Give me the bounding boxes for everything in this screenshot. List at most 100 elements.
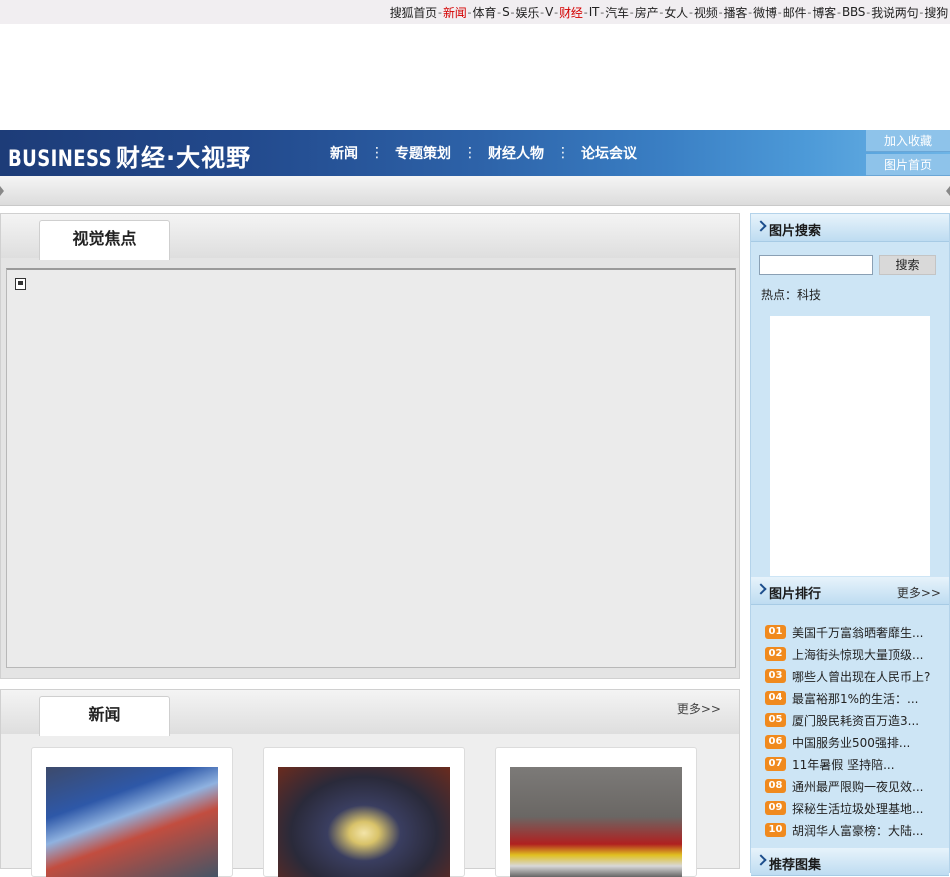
chevron-right-icon bbox=[755, 220, 767, 232]
search-ad-area bbox=[770, 316, 930, 576]
brand-en: BUSINESS bbox=[8, 147, 112, 172]
topbar-link[interactable]: V bbox=[545, 5, 553, 19]
tab-visual-focus[interactable]: 视觉焦点 bbox=[39, 220, 170, 260]
topbar-separator: - bbox=[807, 5, 812, 19]
hot-topic-link[interactable]: 热点：科技 bbox=[761, 286, 821, 303]
ranking-title[interactable]: 厦门股民耗资百万造3... bbox=[792, 712, 919, 729]
ranking-item[interactable]: 10 胡润华人富豪榜：大陆... bbox=[765, 819, 945, 841]
topbar-separator: - bbox=[540, 5, 545, 19]
topbar-link[interactable]: 搜狐首页 bbox=[390, 4, 437, 21]
ranking-item[interactable]: 05 厦门股民耗资百万造3... bbox=[765, 709, 945, 731]
rank-badge: 07 bbox=[765, 757, 786, 771]
rank-badge: 05 bbox=[765, 713, 786, 727]
ranking-item[interactable]: 07 11年暑假 坚持陪... bbox=[765, 753, 945, 775]
ranking-item[interactable]: 03 哪些人曾出现在人民币上? bbox=[765, 665, 945, 687]
search-button[interactable]: 搜索 bbox=[879, 255, 936, 275]
topbar-link[interactable]: 汽车 bbox=[605, 4, 629, 21]
nav-separator: ⋮ bbox=[370, 145, 384, 161]
topbar-link[interactable]: IT bbox=[589, 5, 600, 19]
news-photo[interactable] bbox=[278, 767, 450, 877]
topbar-link[interactable]: S bbox=[502, 5, 510, 19]
tab-news[interactable]: 新闻 bbox=[39, 696, 170, 736]
brand-cn: 财经·大视野 bbox=[116, 144, 252, 172]
topbar-link[interactable]: BBS bbox=[842, 5, 865, 19]
news-more-link[interactable]: 更多>> bbox=[677, 700, 721, 717]
ranking-title[interactable]: 最富裕那1%的生活：... bbox=[792, 690, 918, 707]
topbar-link[interactable]: 邮件 bbox=[783, 4, 807, 21]
topbar-separator: - bbox=[866, 5, 871, 19]
ranking-item[interactable]: 04 最富裕那1%的生活：... bbox=[765, 687, 945, 709]
ranking-title[interactable]: 哪些人曾出现在人民币上? bbox=[792, 668, 930, 685]
photo-search-input[interactable] bbox=[759, 255, 873, 275]
ranking-title[interactable]: 通州最严限购一夜见效... bbox=[792, 778, 923, 795]
news-card[interactable] bbox=[495, 747, 697, 877]
channel-banner: BUSINESS 财经·大视野 新闻 ⋮ 专题策划 ⋮ 财经人物 ⋮ 论坛会议 … bbox=[0, 130, 950, 176]
topbar-link[interactable]: 体育 bbox=[473, 4, 497, 21]
rank-badge: 08 bbox=[765, 779, 786, 793]
topbar-link[interactable]: 财经 bbox=[559, 4, 583, 21]
topbar-link[interactable]: 女人 bbox=[664, 4, 688, 21]
ranking-title[interactable]: 11年暑假 坚持陪... bbox=[792, 756, 895, 773]
topbar-separator: - bbox=[836, 5, 841, 19]
ranking-title[interactable]: 美国千万富翁晒奢靡生... bbox=[792, 624, 923, 641]
topbar-link[interactable]: 视频 bbox=[694, 4, 718, 21]
ranking-item[interactable]: 01 美国千万富翁晒奢靡生... bbox=[765, 621, 945, 643]
ranking-title[interactable]: 中国服务业500强排... bbox=[792, 734, 910, 751]
topbar-link[interactable]: 新闻 bbox=[443, 4, 467, 21]
topbar-link[interactable]: 微博 bbox=[753, 4, 777, 21]
topbar-link[interactable]: 播客 bbox=[724, 4, 748, 21]
photo-ranking-header: 图片排行 更多>> bbox=[751, 577, 949, 605]
topbar-separator: - bbox=[777, 5, 782, 19]
visual-focus-panel: 视觉焦点 bbox=[0, 213, 740, 679]
bookmark-button[interactable]: 加入收藏 bbox=[866, 130, 950, 152]
rank-badge: 03 bbox=[765, 669, 786, 683]
topbar-link[interactable]: 博客 bbox=[812, 4, 836, 21]
ranking-title[interactable]: 上海街头惊现大量顶级... bbox=[792, 646, 923, 663]
topbar-separator: - bbox=[497, 5, 502, 19]
news-panel: 新闻 更多>> bbox=[0, 689, 740, 877]
rank-badge: 06 bbox=[765, 735, 786, 749]
topbar-link[interactable]: 娱乐 bbox=[516, 4, 540, 21]
nav-news[interactable]: 新闻 bbox=[330, 143, 358, 163]
nav-people[interactable]: 财经人物 bbox=[488, 143, 544, 163]
scroll-right-icon[interactable] bbox=[946, 186, 950, 196]
ranking-item[interactable]: 09 探秘生活垃圾处理基地... bbox=[765, 797, 945, 819]
photo-ranking-title: 图片排行 bbox=[769, 587, 822, 602]
scroll-left-icon[interactable] bbox=[0, 186, 4, 196]
topbar-separator: - bbox=[748, 5, 753, 19]
ranking-item[interactable]: 02 上海街头惊现大量顶级... bbox=[765, 643, 945, 665]
topbar-separator: - bbox=[600, 5, 605, 19]
topbar-link[interactable]: 房产 bbox=[635, 4, 659, 21]
ranking-item[interactable]: 06 中国服务业500强排... bbox=[765, 731, 945, 753]
news-photo[interactable] bbox=[46, 767, 218, 877]
news-photo[interactable] bbox=[510, 767, 682, 877]
photo-home-button[interactable]: 图片首页 bbox=[866, 154, 950, 176]
topbar-separator: - bbox=[629, 5, 634, 19]
topbar-separator: - bbox=[437, 5, 442, 19]
focus-tabbar: 视觉焦点 bbox=[1, 214, 739, 260]
ranking-more-link[interactable]: 更多>> bbox=[897, 584, 941, 601]
ranking-item[interactable]: 08 通州最严限购一夜见效... bbox=[765, 775, 945, 797]
scroller-strip bbox=[0, 176, 950, 206]
right-sidebar: 图片搜索 搜索 热点：科技 图片排行 更多>> 01 美国千万富翁晒奢靡生... 0… bbox=[750, 213, 950, 876]
rank-badge: 02 bbox=[765, 647, 786, 661]
focus-slideshow[interactable] bbox=[6, 268, 736, 668]
photo-search-title: 图片搜索 bbox=[769, 224, 822, 239]
topbar-link[interactable]: 搜狗 bbox=[924, 4, 948, 21]
topbar-separator: - bbox=[583, 5, 588, 19]
topbar-separator: - bbox=[510, 5, 515, 19]
news-card[interactable] bbox=[263, 747, 465, 877]
ranking-title[interactable]: 胡润华人富豪榜：大陆... bbox=[792, 822, 923, 839]
nav-specials[interactable]: 专题策划 bbox=[395, 143, 451, 163]
topbar-link[interactable]: 我说两句 bbox=[871, 4, 918, 21]
topbar-separator: - bbox=[718, 5, 723, 19]
news-card[interactable] bbox=[31, 747, 233, 877]
nav-separator: ⋮ bbox=[556, 145, 570, 161]
nav-forums[interactable]: 论坛会议 bbox=[581, 143, 637, 163]
nav-separator: ⋮ bbox=[463, 145, 477, 161]
photo-ranking-list: 01 美国千万富翁晒奢靡生... 02 上海街头惊现大量顶级... 03 哪些人曾出现在人… bbox=[765, 621, 945, 841]
topbar-separator: - bbox=[554, 5, 559, 19]
plugin-placeholder-icon bbox=[15, 278, 26, 290]
ranking-title[interactable]: 探秘生活垃圾处理基地... bbox=[792, 800, 923, 817]
topbar-separator: - bbox=[659, 5, 664, 19]
